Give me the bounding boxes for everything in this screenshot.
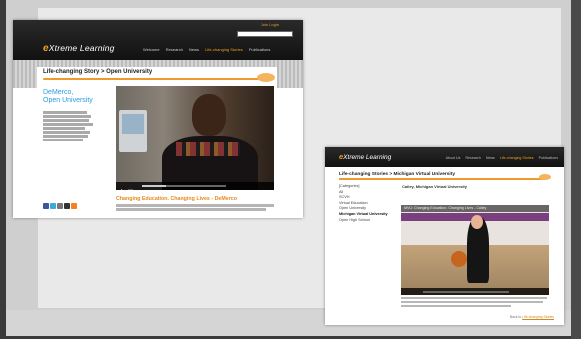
video-controls[interactable] xyxy=(116,182,274,190)
main-nav: About Us Research News Life-changing Sto… xyxy=(442,156,558,160)
video-controls[interactable] xyxy=(401,288,549,295)
story-sidebar: DeMerco, Open University xyxy=(43,86,99,211)
social-share-icons xyxy=(43,196,78,209)
site-logo[interactable]: eXtreme Learning xyxy=(339,152,391,161)
facebook-icon[interactable] xyxy=(43,203,49,209)
rss-icon[interactable] xyxy=(71,203,77,209)
nav-item[interactable]: News xyxy=(486,156,495,160)
person-head xyxy=(471,215,483,229)
website-screenshot-michigan-virtual: eXtreme Learning About Us Research News … xyxy=(325,147,564,325)
nav-item[interactable]: About Us xyxy=(446,156,461,160)
site-header: Join Login eXtreme Learning Welcome Rese… xyxy=(13,20,303,60)
play-icon[interactable] xyxy=(401,294,421,295)
site-logo[interactable]: eXtreme Learning xyxy=(43,43,115,54)
person-name: DeMerco, Open University xyxy=(43,89,93,104)
person-head xyxy=(192,94,226,136)
search-input[interactable] xyxy=(237,31,293,37)
nav-item[interactable]: News xyxy=(189,47,199,52)
basketball xyxy=(451,251,467,267)
nav-item[interactable]: Research xyxy=(166,47,183,52)
person-bio-text xyxy=(43,111,99,142)
play-icon[interactable] xyxy=(116,187,138,190)
nav-item-active[interactable]: Life-changing Stories xyxy=(205,47,243,52)
video-player[interactable] xyxy=(116,86,274,190)
title-underline xyxy=(339,178,545,180)
story-caption xyxy=(401,297,549,309)
twitter-icon[interactable] xyxy=(50,203,56,209)
breadcrumb: Life-changing Story > Open University xyxy=(43,69,153,75)
nav-item[interactable]: Welcome xyxy=(143,47,160,52)
back-to-stories-link[interactable]: Life-changing Stories xyxy=(522,315,554,319)
email-icon[interactable] xyxy=(64,203,70,209)
video-title: MVU: Changing Education. Changing Lives … xyxy=(401,205,549,212)
header-account-links[interactable]: Join Login xyxy=(261,22,279,27)
breadcrumb: Life-changing Stories > Michigan Virtual… xyxy=(339,172,455,177)
website-screenshot-open-university: Join Login eXtreme Learning Welcome Rese… xyxy=(13,20,303,218)
site-header: eXtreme Learning About Us Research News … xyxy=(325,147,564,167)
nav-item-active[interactable]: Life-changing Stories xyxy=(500,156,534,160)
nav-item[interactable]: Publications xyxy=(539,156,558,160)
video-seek-bar[interactable] xyxy=(423,290,509,293)
share-icon[interactable] xyxy=(57,203,63,209)
story-headline: Changing Education. Changing Lives - DeM… xyxy=(116,196,237,202)
story-paragraph xyxy=(116,204,276,212)
title-underline xyxy=(43,78,273,80)
nav-item[interactable]: Publications xyxy=(249,47,271,52)
swirl-decoration xyxy=(539,174,551,180)
back-link-row: Back to Life-changing Stories xyxy=(509,315,554,319)
nav-item[interactable]: Research xyxy=(465,156,480,160)
category-list: [Categories] All SCVH Virtual Education … xyxy=(339,184,401,223)
main-nav: Welcome Research News Life-changing Stor… xyxy=(143,47,275,52)
window-edge xyxy=(571,0,581,339)
video-player[interactable]: MVU: Changing Education. Changing Lives … xyxy=(401,205,549,295)
swirl-decoration xyxy=(257,73,275,82)
story-title: Cailey, Michigan Virtual University xyxy=(402,184,467,189)
category-item[interactable]: Open High School xyxy=(339,218,401,224)
